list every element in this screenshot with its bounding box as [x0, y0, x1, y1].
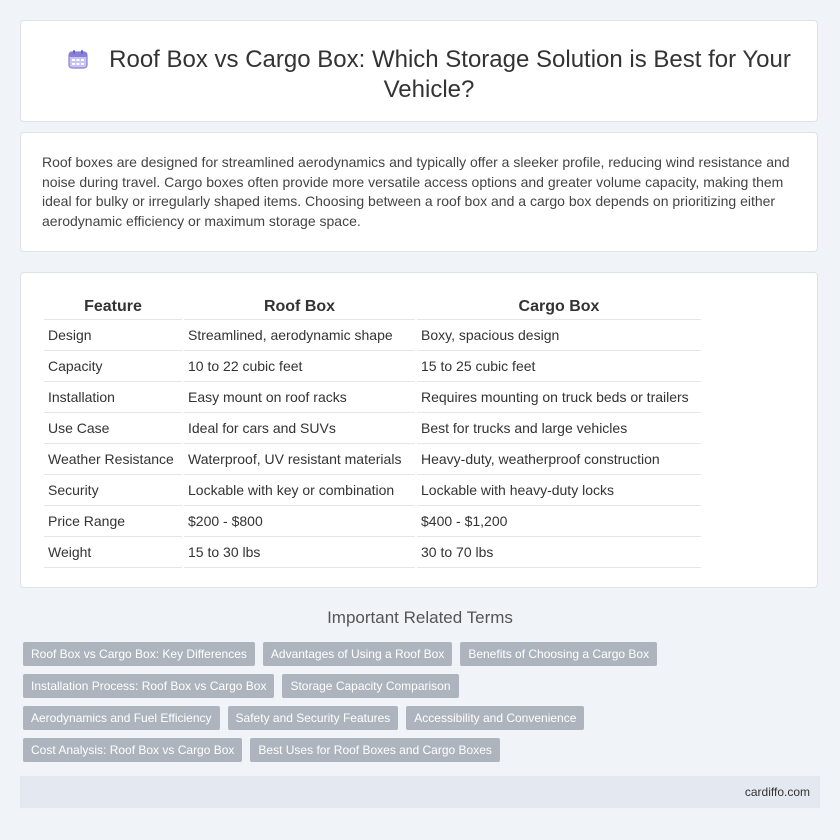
table-cell-roof-box: Streamlined, aerodynamic shape [184, 320, 415, 351]
column-header-roof-box: Roof Box [184, 297, 415, 320]
table-cell-feature: Price Range [44, 506, 182, 537]
table-cell-cargo-box: Requires mounting on truck beds or trail… [417, 382, 701, 413]
table-row: Use Case Ideal for cars and SUVs Best fo… [44, 413, 701, 444]
related-term-tag[interactable]: Storage Capacity Comparison [282, 674, 459, 698]
table-row: Security Lockable with key or combinatio… [44, 475, 701, 506]
related-term-tag[interactable]: Benefits of Choosing a Cargo Box [460, 642, 658, 666]
related-term-tag[interactable]: Roof Box vs Cargo Box: Key Differences [23, 642, 255, 666]
column-header-cargo-box: Cargo Box [417, 297, 701, 320]
table-cell-cargo-box: Lockable with heavy-duty locks [417, 475, 701, 506]
footer-site-link[interactable]: cardiffo.com [745, 785, 810, 799]
table-cell-roof-box: 15 to 30 lbs [184, 537, 415, 568]
calendar-icon [67, 48, 89, 70]
table-cell-cargo-box: Heavy-duty, weatherproof construction [417, 444, 701, 475]
table-cell-feature: Weight [44, 537, 182, 568]
table-cell-cargo-box: Best for trucks and large vehicles [417, 413, 701, 444]
table-row: Price Range $200 - $800 $400 - $1,200 [44, 506, 701, 537]
table-cell-cargo-box: 15 to 25 cubic feet [417, 351, 701, 382]
table-cell-feature: Design [44, 320, 182, 351]
table-row: Weather Resistance Waterproof, UV resist… [44, 444, 701, 475]
intro-card: Roof boxes are designed for streamlined … [20, 132, 818, 252]
table-cell-feature: Weather Resistance [44, 444, 182, 475]
related-term-tag[interactable]: Accessibility and Convenience [406, 706, 585, 730]
table-cell-roof-box: Lockable with key or combination [184, 475, 415, 506]
related-term-tag[interactable]: Installation Process: Roof Box vs Cargo … [23, 674, 275, 698]
related-term-tag[interactable]: Safety and Security Features [227, 706, 399, 730]
footer: cardiffo.com [20, 776, 820, 808]
page-title: Roof Box vs Cargo Box: Which Storage Sol… [109, 46, 791, 103]
table-row: Weight 15 to 30 lbs 30 to 70 lbs [44, 537, 701, 568]
page-title-wrap: Roof Box vs Cargo Box: Which Storage Sol… [61, 45, 797, 105]
comparison-card: Feature Roof Box Cargo Box Design Stream… [20, 272, 818, 588]
table-cell-roof-box: $200 - $800 [184, 506, 415, 537]
table-row: Design Streamlined, aerodynamic shape Bo… [44, 320, 701, 351]
comparison-table: Feature Roof Box Cargo Box Design Stream… [42, 297, 703, 568]
table-cell-feature: Security [44, 475, 182, 506]
related-term-tag[interactable]: Aerodynamics and Fuel Efficiency [23, 706, 220, 730]
table-cell-cargo-box: Boxy, spacious design [417, 320, 701, 351]
table-cell-roof-box: Ideal for cars and SUVs [184, 413, 415, 444]
related-term-tag[interactable]: Advantages of Using a Roof Box [262, 642, 453, 666]
table-cell-feature: Installation [44, 382, 182, 413]
table-cell-cargo-box: 30 to 70 lbs [417, 537, 701, 568]
table-cell-feature: Capacity [44, 351, 182, 382]
title-card: Roof Box vs Cargo Box: Which Storage Sol… [20, 20, 818, 122]
table-row: Capacity 10 to 22 cubic feet 15 to 25 cu… [44, 351, 701, 382]
related-term-tag[interactable]: Cost Analysis: Roof Box vs Cargo Box [23, 738, 243, 762]
table-cell-roof-box: Waterproof, UV resistant materials [184, 444, 415, 475]
column-header-feature: Feature [44, 297, 182, 320]
table-cell-roof-box: Easy mount on roof racks [184, 382, 415, 413]
table-cell-feature: Use Case [44, 413, 182, 444]
table-cell-cargo-box: $400 - $1,200 [417, 506, 701, 537]
intro-paragraph: Roof boxes are designed for streamlined … [42, 154, 790, 229]
table-cell-roof-box: 10 to 22 cubic feet [184, 351, 415, 382]
table-row: Installation Easy mount on roof racks Re… [44, 382, 701, 413]
related-terms-heading: Important Related Terms [327, 608, 513, 627]
related-terms-list: Roof Box vs Cargo Box: Key Differences A… [23, 642, 663, 762]
table-header-row: Feature Roof Box Cargo Box [44, 297, 701, 320]
related-term-tag[interactable]: Best Uses for Roof Boxes and Cargo Boxes [250, 738, 500, 762]
